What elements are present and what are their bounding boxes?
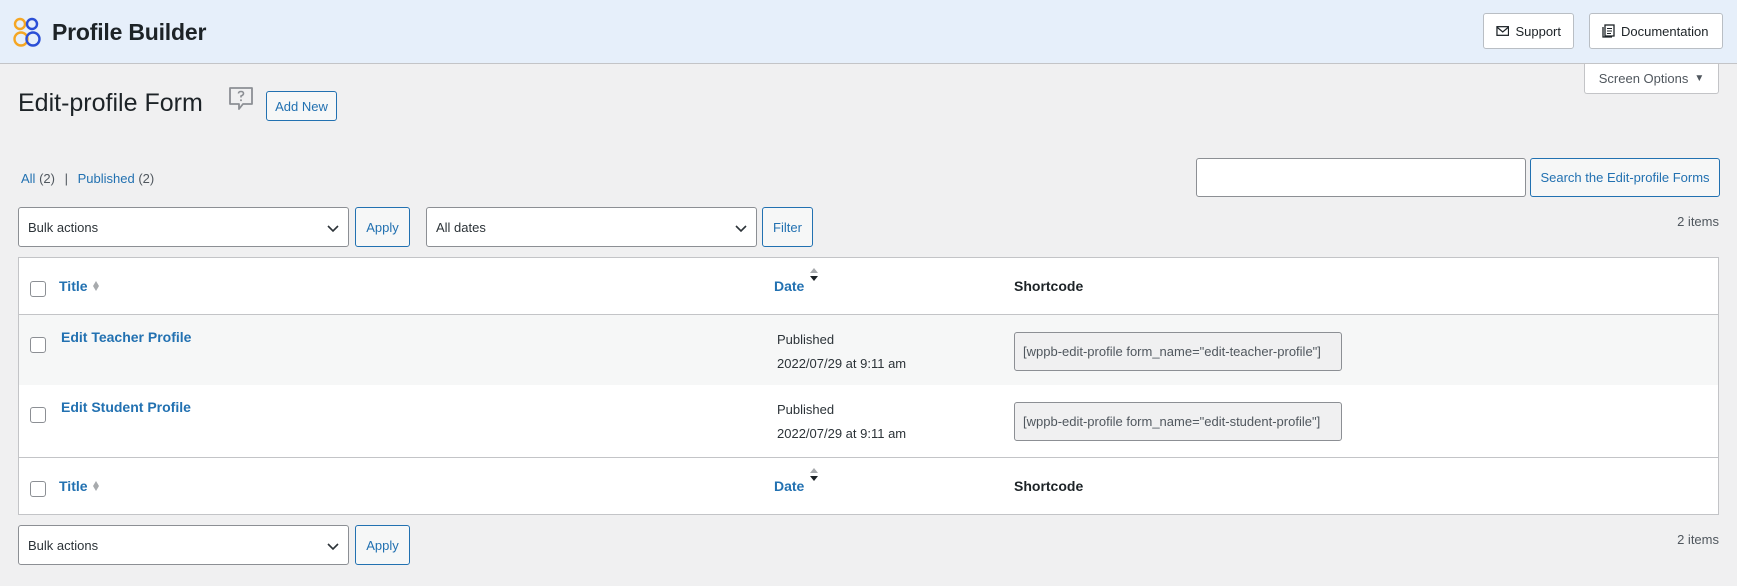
document-icon — [1602, 24, 1615, 38]
view-filters: All (2) | Published (2) — [21, 171, 154, 186]
table-row: Edit Student Profile Published 2022/07/2… — [19, 385, 1718, 455]
row-checkbox[interactable] — [30, 407, 46, 423]
shortcode-field[interactable]: [wppb-edit-profile form_name="edit-teach… — [1014, 332, 1342, 371]
apply-button[interactable]: Apply — [355, 207, 410, 247]
sort-indicator-icon — [92, 481, 99, 491]
screen-options-button[interactable]: Screen Options ▼ — [1584, 64, 1719, 94]
chevron-down-icon — [735, 225, 747, 233]
sort-indicator-icon — [92, 281, 99, 291]
chevron-down-icon — [327, 225, 339, 233]
row-title-link[interactable]: Edit Student Profile — [61, 399, 191, 415]
top-bar: Profile Builder Support Documentation — [0, 0, 1737, 64]
profile-builder-logo-icon — [13, 17, 41, 47]
view-separator: | — [64, 171, 68, 186]
documentation-button[interactable]: Documentation — [1589, 13, 1723, 49]
bulk-actions-value: Bulk actions — [28, 537, 99, 553]
table-row: Edit Teacher Profile Published 2022/07/2… — [19, 315, 1718, 385]
screen-options-label: Screen Options — [1598, 71, 1689, 86]
sort-desc-icon — [810, 268, 818, 281]
support-button[interactable]: Support — [1483, 13, 1574, 49]
items-count-bottom: 2 items — [1677, 532, 1719, 547]
title-column-header[interactable]: Title — [59, 278, 100, 294]
title-column-footer[interactable]: Title — [59, 478, 100, 494]
search-button[interactable]: Search the Edit-profile Forms — [1530, 158, 1720, 197]
documentation-label: Documentation — [1621, 23, 1709, 39]
date-filter-value: All dates — [436, 219, 486, 235]
view-published-count: (2) — [138, 171, 155, 186]
caret-down-icon: ▼ — [1694, 73, 1705, 84]
row-status: Published — [777, 332, 835, 347]
app-name: Profile Builder — [52, 18, 207, 45]
shortcode-column-header: Shortcode — [1014, 278, 1084, 294]
items-count: 2 items — [1677, 214, 1719, 229]
brand: Profile Builder — [12, 16, 206, 48]
apply-button-bottom[interactable]: Apply — [355, 525, 410, 565]
forms-table: Title Date Shortcode Edit Teacher Profil… — [18, 257, 1719, 515]
select-all-checkbox-bottom[interactable] — [30, 481, 46, 497]
table-header-row: Title Date Shortcode — [19, 258, 1718, 315]
title-column-label: Title — [59, 278, 88, 294]
help-speech-bubble-icon[interactable] — [228, 86, 254, 112]
shortcode-field[interactable]: [wppb-edit-profile form_name="edit-stude… — [1014, 402, 1342, 441]
row-status: Published — [777, 402, 835, 417]
date-filter-select[interactable]: All dates — [426, 207, 757, 247]
support-label: Support — [1515, 23, 1561, 39]
sort-desc-icon — [810, 468, 818, 481]
row-date: 2022/07/29 at 9:11 am — [777, 356, 907, 371]
bulk-actions-value: Bulk actions — [28, 219, 99, 235]
title-column-label: Title — [59, 478, 88, 494]
date-column-footer[interactable]: Date — [774, 478, 804, 494]
mail-icon — [1496, 26, 1510, 36]
add-new-button[interactable]: Add New — [266, 91, 337, 121]
bulk-actions-select[interactable]: Bulk actions — [18, 207, 349, 247]
date-column-header[interactable]: Date — [774, 278, 804, 294]
view-all-link[interactable]: All — [21, 171, 35, 186]
filter-button[interactable]: Filter — [762, 207, 813, 247]
shortcode-column-footer: Shortcode — [1014, 478, 1084, 494]
table-footer-row: Title Date Shortcode — [19, 457, 1718, 514]
page-title: Edit-profile Form — [18, 89, 203, 117]
row-date: 2022/07/29 at 9:11 am — [777, 426, 907, 441]
select-all-checkbox[interactable] — [30, 281, 46, 297]
search-input[interactable] — [1196, 158, 1526, 197]
row-title-link[interactable]: Edit Teacher Profile — [61, 329, 191, 345]
row-checkbox[interactable] — [30, 337, 46, 353]
chevron-down-icon — [327, 543, 339, 551]
view-published-link[interactable]: Published — [78, 171, 135, 186]
bulk-actions-select-bottom[interactable]: Bulk actions — [18, 525, 349, 565]
view-all-count: (2) — [39, 171, 55, 186]
